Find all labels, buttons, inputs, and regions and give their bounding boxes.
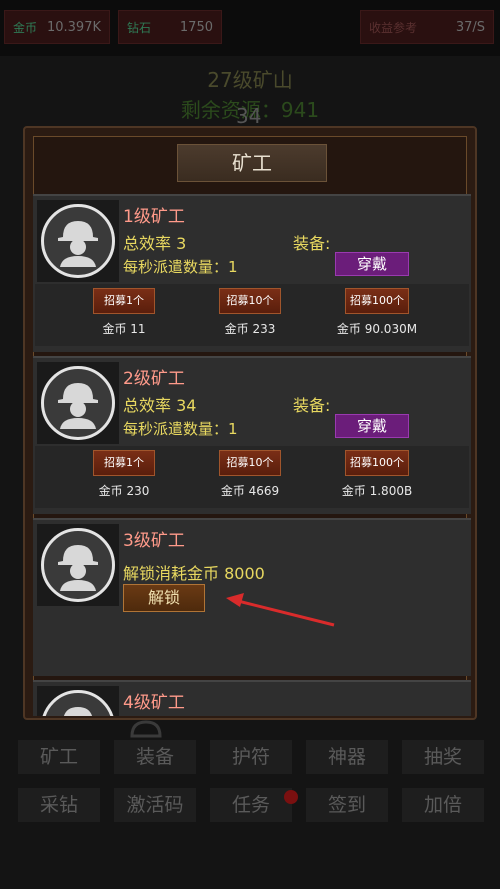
menu-tasks-button[interactable]: 任务 (210, 788, 292, 822)
menu-double-button[interactable]: 加倍 (402, 788, 484, 822)
menu-artifact-button[interactable]: 神器 (306, 740, 388, 774)
menu-mine-diamond-button[interactable]: 采钻 (18, 788, 100, 822)
menu-checkin-button[interactable]: 签到 (306, 788, 388, 822)
menu-lottery-button[interactable]: 抽奖 (402, 740, 484, 774)
menu-equipment-button[interactable]: 装备 (114, 740, 196, 774)
menu-miner-button[interactable]: 矿工 (18, 740, 100, 774)
menu-activation-code-button[interactable]: 激活码 (114, 788, 196, 822)
tasks-notification-badge (284, 790, 298, 804)
menu-amulet-button[interactable]: 护符 (210, 740, 292, 774)
